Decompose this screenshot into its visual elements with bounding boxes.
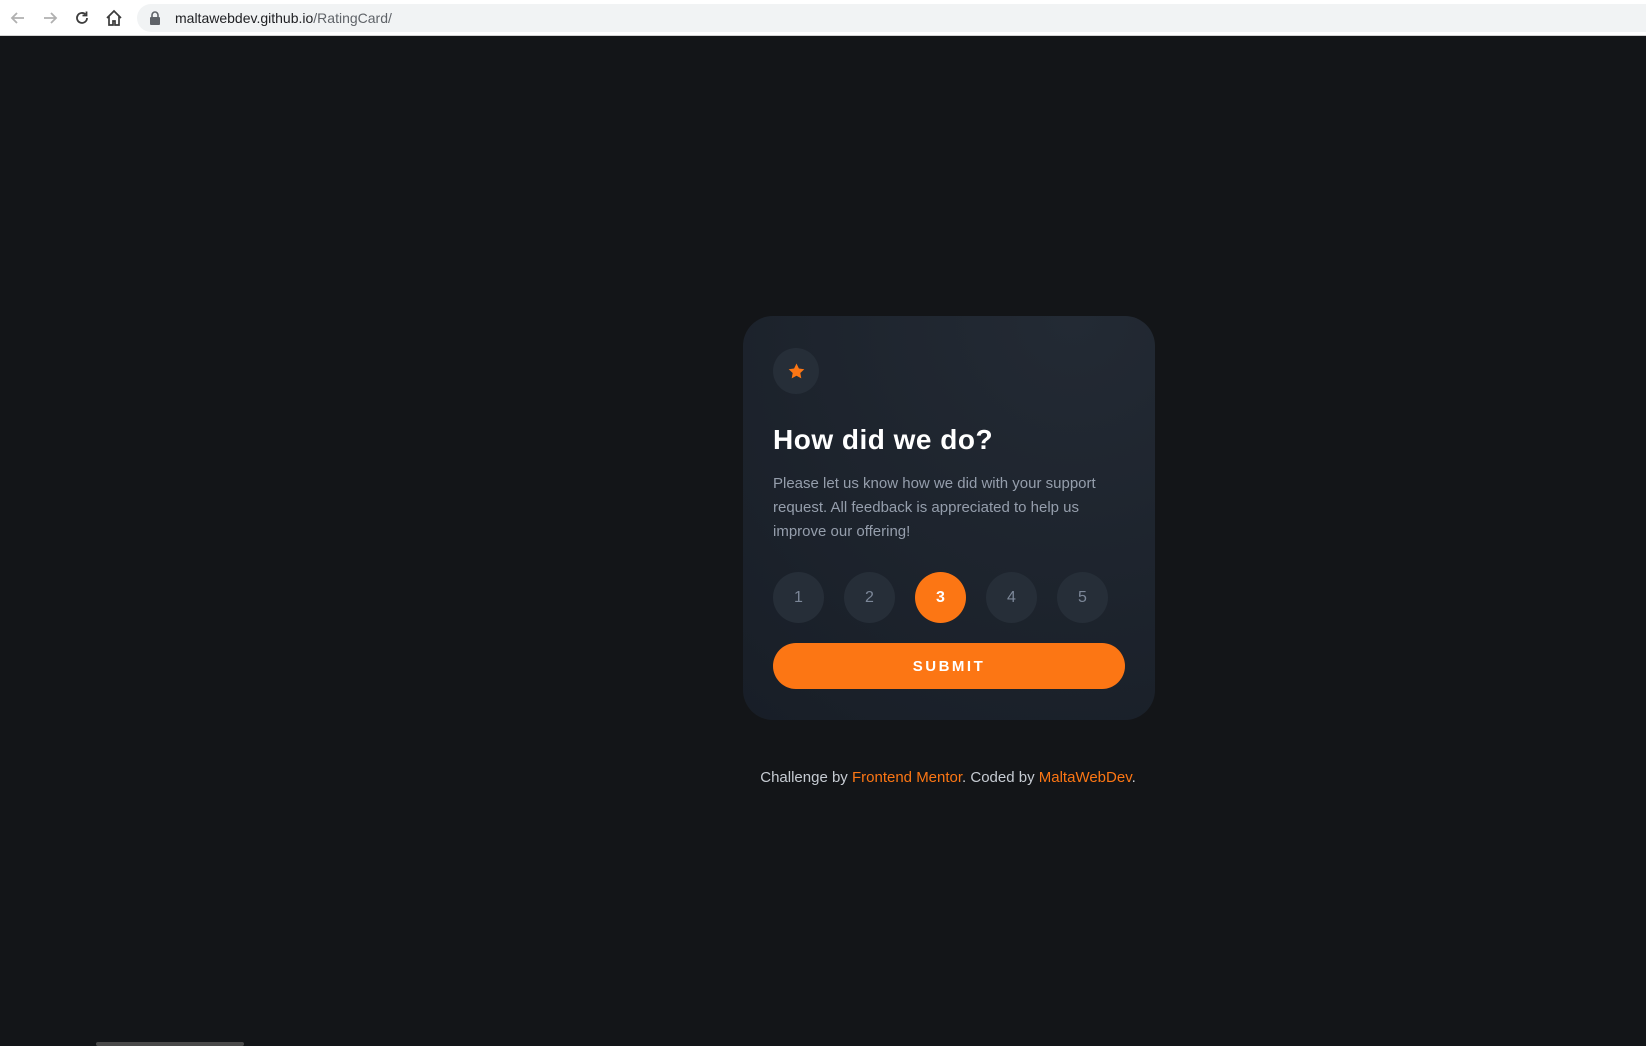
attribution-middle: . Coded by [962,769,1039,786]
attribution-footer: Challenge by Frontend Mentor. Coded by M… [0,769,1646,786]
attribution-suffix: . [1131,769,1136,786]
card-title: How did we do? [773,424,994,455]
star-badge [773,348,819,394]
submit-button[interactable]: SUBMIT [773,643,1125,689]
rating-button-1[interactable]: 1 [773,572,824,623]
home-icon [106,9,122,26]
horizontal-scrollbar[interactable] [96,1042,244,1046]
reload-button[interactable] [70,6,94,30]
back-button[interactable] [6,6,30,30]
rating-button-4[interactable]: 4 [986,572,1037,623]
page-body: How did we do? Please let us know how we… [0,36,1646,1046]
address-bar[interactable]: maltawebdev.github.io/RatingCard/ [137,4,1646,32]
home-button[interactable] [102,6,126,30]
author-link[interactable]: MaltaWebDev [1039,769,1132,786]
card-description: Please let us know how we did with your … [773,475,1096,540]
frontend-mentor-link[interactable]: Frontend Mentor [852,769,962,786]
forward-button[interactable] [38,6,62,30]
rating-button-2[interactable]: 2 [844,572,895,623]
rating-button-3[interactable]: 3 [915,572,966,623]
rating-card: How did we do? Please let us know how we… [743,316,1155,720]
lock-icon [149,11,163,25]
back-arrow-icon [10,12,24,24]
attribution-prefix: Challenge by [760,769,852,786]
forward-arrow-icon [44,12,58,24]
browser-toolbar: maltawebdev.github.io/RatingCard/ [0,0,1646,36]
rating-button-5[interactable]: 5 [1057,572,1108,623]
star-icon [788,363,804,379]
reload-icon [76,11,88,24]
url-host: maltawebdev.github.io [175,10,314,26]
url-path: /RatingCard/ [313,10,392,26]
rating-options: 1 2 3 4 5 [773,572,1125,623]
